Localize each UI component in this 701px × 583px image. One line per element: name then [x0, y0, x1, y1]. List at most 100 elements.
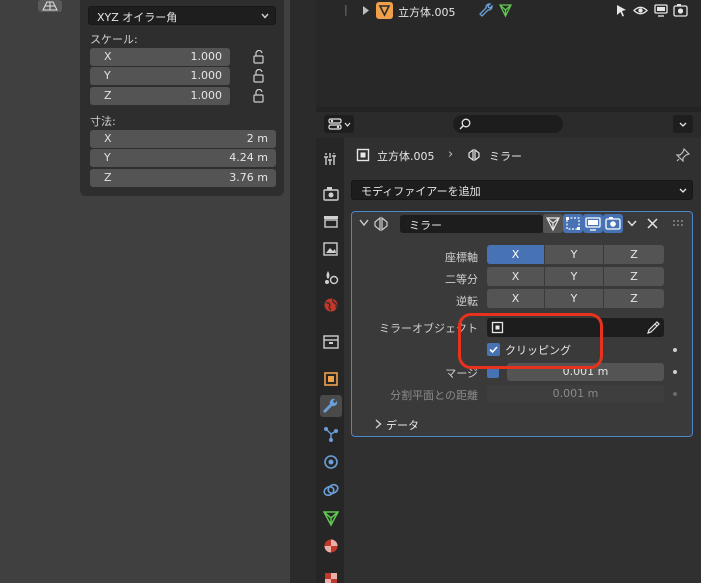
mesh-data-icon[interactable] — [498, 3, 513, 18]
eyedropper-icon[interactable] — [647, 321, 660, 334]
camera-icon — [605, 217, 621, 230]
monitor-icon[interactable] — [654, 4, 668, 17]
render-toggle[interactable] — [603, 214, 623, 233]
tab-object[interactable] — [320, 368, 342, 390]
expand-arrow-icon[interactable] — [375, 419, 382, 429]
outliner-row[interactable]: | 立方体.005 — [316, 0, 701, 22]
pin-icon[interactable] — [676, 148, 690, 162]
camera-icon[interactable] — [673, 3, 688, 17]
properties-tabs — [316, 138, 344, 583]
mesh-data-icon — [322, 511, 340, 527]
wrench-icon — [323, 398, 338, 413]
bisect-distance-label-wrap: 分割平面との距離 — [360, 387, 478, 406]
chevron-down-icon — [679, 122, 687, 127]
tab-render[interactable] — [320, 183, 342, 205]
unlock-icon[interactable] — [252, 89, 266, 103]
tab-output[interactable] — [320, 210, 342, 232]
outliner[interactable]: | 立方体.005 — [316, 0, 701, 107]
bisect-z-toggle[interactable]: Z — [604, 267, 664, 286]
breadcrumb: 立方体.005 › ミラー — [352, 146, 672, 164]
options-dropdown-button[interactable] — [673, 115, 693, 133]
rotation-mode-select[interactable]: XYZ オイラー角 — [88, 6, 276, 25]
axis-x-toggle[interactable]: X — [487, 245, 545, 264]
tab-view-layer[interactable] — [320, 238, 342, 260]
area-divider[interactable] — [290, 0, 316, 583]
physics-icon — [324, 455, 338, 469]
editor-type-button[interactable] — [324, 115, 354, 133]
axis-z-toggle[interactable]: Z — [604, 245, 664, 264]
axis-row-label: 座標軸 — [445, 251, 478, 264]
tab-constraints[interactable] — [320, 479, 342, 501]
tab-physics[interactable] — [320, 451, 342, 473]
properties-editor-icon — [328, 118, 342, 130]
flip-z-toggle[interactable]: Z — [604, 289, 664, 308]
particles-icon — [324, 427, 338, 442]
tab-particles[interactable] — [320, 423, 342, 445]
tab-data[interactable] — [320, 507, 342, 529]
chevron-down-icon[interactable] — [627, 220, 637, 227]
bisect-distance-label: 分割平面との距離 — [390, 389, 478, 402]
tab-texture[interactable] — [320, 568, 342, 583]
close-icon[interactable] — [647, 218, 658, 229]
tab-tool[interactable] — [320, 148, 342, 170]
texture-icon — [325, 573, 337, 583]
tab-modifiers[interactable] — [320, 395, 342, 417]
add-modifier-dropdown[interactable]: モディファイアーを追加 — [351, 180, 693, 200]
bisect-distance-value: 0.001 m — [552, 387, 599, 400]
modifier-name-field[interactable]: ミラー — [400, 215, 543, 233]
mirror-modifier-icon — [374, 216, 388, 232]
render-icon — [323, 187, 339, 201]
dimension-z-field[interactable]: Z 3.76 m — [90, 169, 276, 187]
chevron-down-icon — [679, 188, 687, 193]
flip-x-toggle[interactable]: X — [487, 289, 545, 308]
edit-mode-toggle[interactable] — [563, 214, 583, 233]
tab-material[interactable] — [320, 535, 342, 557]
tab-world[interactable] — [320, 294, 342, 316]
annotation-highlight — [458, 313, 603, 369]
tool-icon — [324, 153, 336, 165]
edit-cage-toggle[interactable] — [543, 214, 563, 233]
flip-row-label: 逆転 — [456, 295, 478, 308]
bisect-x-toggle[interactable]: X — [487, 267, 545, 286]
rotation-mode-label: XYZ オイラー角 — [97, 11, 178, 24]
object-icon — [356, 148, 370, 162]
search-icon — [459, 118, 471, 130]
breadcrumb-object: 立方体.005 — [377, 150, 435, 163]
merge-label-wrap: マージ — [360, 365, 478, 384]
keyframe-dot[interactable] — [673, 370, 677, 374]
bisect-y-toggle[interactable]: Y — [545, 267, 604, 286]
mirror-modifier-icon — [468, 148, 480, 162]
flip-y-toggle[interactable]: Y — [545, 289, 604, 308]
outliner-object-name[interactable]: 立方体.005 — [398, 4, 456, 20]
object-icon — [324, 372, 338, 386]
printer-icon — [324, 216, 338, 228]
unlock-icon[interactable] — [252, 69, 266, 83]
tree-line: | — [344, 3, 348, 16]
wrench-icon[interactable] — [479, 3, 494, 18]
keyframe-dot — [673, 392, 677, 396]
expand-arrow-icon[interactable] — [362, 6, 370, 15]
tab-scene[interactable] — [320, 266, 342, 288]
scale-z-field[interactable]: Z 1.000 — [90, 87, 230, 105]
unlock-icon[interactable] — [252, 50, 266, 64]
bisect-row-label: 二等分 — [445, 273, 478, 286]
select-cursor-icon[interactable] — [615, 4, 628, 17]
grid-view-icon[interactable] — [38, 0, 62, 12]
eye-icon[interactable] — [633, 4, 648, 17]
scale-x-field[interactable]: X 1.000 — [90, 48, 230, 66]
collapse-arrow-icon[interactable] — [359, 219, 369, 227]
properties-search-input[interactable] — [453, 115, 563, 133]
viewport-toggle[interactable] — [583, 214, 603, 233]
keyframe-dot[interactable] — [673, 348, 677, 352]
constraints-icon — [323, 483, 339, 497]
object-orange-icon — [376, 2, 393, 19]
tab-collection[interactable] — [320, 331, 342, 353]
axis-y-toggle[interactable]: Y — [545, 245, 604, 264]
dimension-y-field[interactable]: Y 4.24 m — [90, 149, 276, 167]
drag-handle-icon[interactable] — [672, 219, 686, 227]
data-subpanel-label[interactable]: データ — [386, 417, 419, 433]
edit-mode-icon — [566, 217, 580, 230]
dimension-x-field[interactable]: X 2 m — [90, 130, 276, 148]
mesh-vertices-icon — [546, 217, 560, 232]
scale-y-field[interactable]: Y 1.000 — [90, 67, 230, 85]
